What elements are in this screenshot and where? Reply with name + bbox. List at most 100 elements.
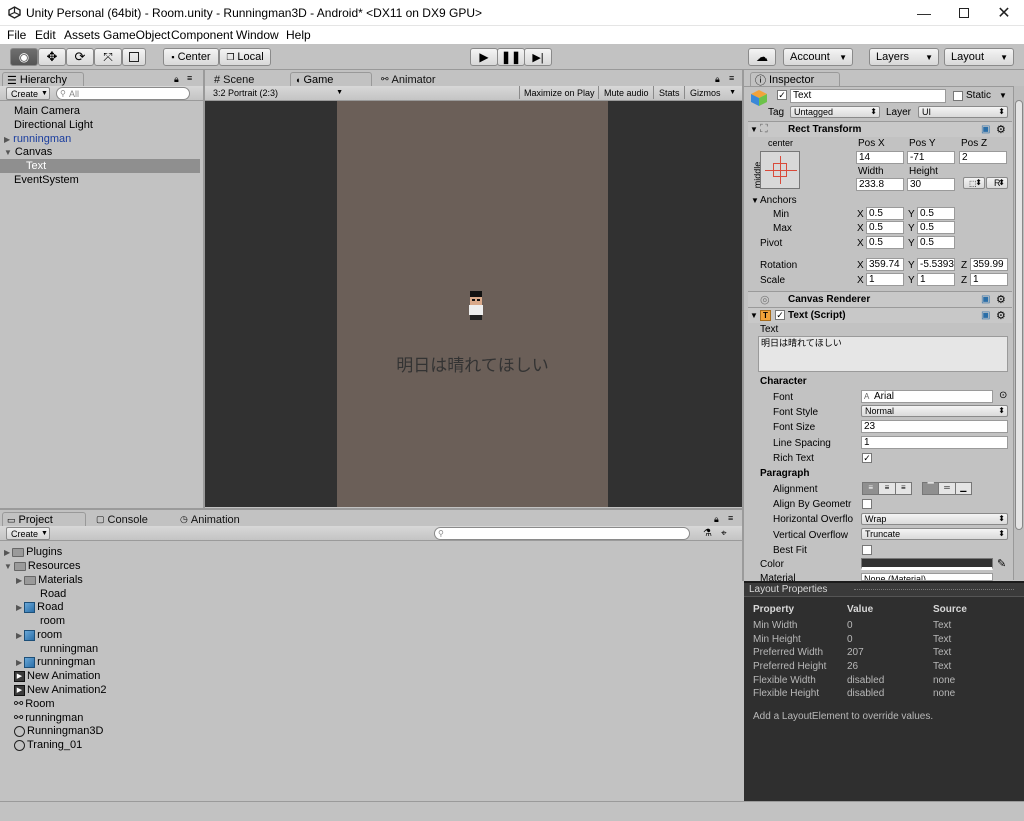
rect-tool-button[interactable] [122, 48, 146, 66]
project-item-plugins[interactable]: ▶ Plugins [4, 546, 62, 558]
mute-audio-toggle[interactable]: Mute audio [600, 86, 654, 99]
maximize-on-play-toggle[interactable]: Maximize on Play [519, 86, 599, 99]
height-field[interactable]: 30 [907, 178, 955, 191]
project-item-runningman-controller[interactable]: ⚯ runningman [14, 711, 83, 725]
pause-button[interactable]: ❚❚ [497, 48, 525, 66]
panel-menu-icon[interactable]: ≡ [728, 513, 733, 523]
rotation-y-field[interactable]: -5.5393 [917, 258, 955, 271]
project-search-input[interactable]: ⚲ [434, 527, 690, 540]
align-middle-button[interactable]: ═ [939, 482, 956, 495]
maximize-button[interactable] [944, 0, 984, 26]
line-spacing-field[interactable]: 1 [861, 436, 1008, 449]
minimize-button[interactable]: — [904, 0, 944, 26]
move-tool-button[interactable]: ✥ [38, 48, 66, 66]
menu-component[interactable]: Component [171, 28, 233, 42]
width-field[interactable]: 233.8 [856, 178, 904, 191]
help-book-icon[interactable]: ▣ [981, 294, 990, 305]
layout-properties-header[interactable]: Layout Properties [744, 583, 1024, 597]
hierarchy-search-input[interactable]: ⚲ All [56, 87, 190, 100]
align-right-button[interactable]: ≡ [895, 482, 912, 495]
hierarchy-item-directional-light[interactable]: Directional Light [0, 118, 200, 132]
blueprint-mode-button[interactable]: ⬚ [963, 177, 985, 189]
layers-dropdown[interactable]: Layers ▼ [869, 48, 939, 66]
tab-animation[interactable]: ◷ Animation [176, 512, 256, 527]
active-checkbox[interactable]: ✓ [777, 90, 787, 100]
canvas-renderer-header[interactable]: ◎ Canvas Renderer ▣ ⚙ [748, 291, 1012, 307]
pivot-center-button[interactable]: ▪ Center [163, 48, 219, 66]
panel-menu-icon[interactable]: ≡ [187, 73, 192, 83]
project-item-new-animation[interactable]: ▶ New Animation [14, 670, 100, 682]
rect-transform-header[interactable]: ▼ ⛶ Rect Transform ▣ ⚙ [748, 121, 1012, 137]
gear-icon[interactable]: ⚙ [996, 293, 1006, 306]
expand-arrow-icon[interactable]: ▶ [4, 135, 10, 144]
hierarchy-item-runningman[interactable]: ▶ runningman [0, 132, 200, 146]
font-style-dropdown[interactable]: Normal [861, 405, 1008, 417]
play-button[interactable]: ▶ [470, 48, 498, 66]
static-checkbox[interactable] [953, 91, 963, 101]
inspector-scrollbar[interactable] [1013, 86, 1024, 580]
anchors-expand-arrow-icon[interactable]: ▼ [751, 196, 759, 205]
posx-field[interactable]: 14 [856, 151, 904, 164]
object-picker-icon[interactable]: ⊙ [999, 390, 1007, 401]
project-item-road-prefab[interactable]: ▶ Road [16, 601, 63, 613]
step-button[interactable]: ▶| [524, 48, 552, 66]
tab-game[interactable]: ◖ Game [290, 72, 372, 87]
account-dropdown[interactable]: Account ▼ [783, 48, 853, 66]
anchor-min-x-field[interactable]: 0.5 [866, 207, 904, 220]
gizmos-dropdown[interactable]: Gizmos ▼ [686, 86, 738, 99]
anchor-preset-button[interactable] [760, 151, 800, 189]
scale-tool-button[interactable]: ⤧ [94, 48, 122, 66]
project-item-road-mesh[interactable]: Road [40, 588, 66, 600]
collapse-arrow-icon[interactable]: ▼ [750, 125, 758, 134]
filter-by-type-icon[interactable]: ⚗ [703, 528, 712, 539]
help-book-icon[interactable]: ▣ [981, 310, 990, 321]
lock-icon[interactable]: 🔒︎ [714, 514, 719, 525]
project-create-dropdown[interactable]: Create ▼ [6, 527, 50, 540]
expand-arrow-icon[interactable]: ▶ [16, 603, 22, 612]
tab-project[interactable]: ▭ Project [2, 512, 86, 527]
stats-toggle[interactable]: Stats [655, 86, 685, 99]
project-item-room-controller[interactable]: ⚯ Room [14, 697, 55, 711]
tab-hierarchy[interactable]: ☰ Hierarchy [2, 72, 84, 87]
aspect-dropdown[interactable]: 3:2 Portrait (2:3) ▼ [209, 86, 345, 99]
best-fit-checkbox[interactable] [862, 545, 872, 555]
help-book-icon[interactable]: ▣ [981, 124, 990, 135]
collapse-arrow-icon[interactable]: ▼ [750, 311, 758, 320]
align-left-button[interactable]: ≡ [862, 482, 880, 495]
lock-icon[interactable]: 🔒︎ [174, 74, 179, 85]
expand-arrow-icon[interactable]: ▶ [16, 576, 22, 585]
font-size-field[interactable]: 23 [861, 420, 1008, 433]
create-dropdown[interactable]: Create ▼ [6, 87, 50, 100]
panel-menu-icon[interactable]: ≡ [729, 73, 734, 83]
posz-field[interactable]: 2 [959, 151, 1007, 164]
scrollbar-thumb[interactable] [1015, 100, 1023, 530]
lock-icon[interactable]: 🔒︎ [715, 74, 720, 85]
menu-edit[interactable]: Edit [35, 28, 56, 42]
hand-tool-button[interactable]: ◉ [10, 48, 38, 66]
menu-gameobject[interactable]: GameObject [103, 28, 170, 42]
raw-edit-button[interactable]: R [986, 177, 1008, 189]
menu-assets[interactable]: Assets [64, 28, 100, 42]
hierarchy-item-canvas[interactable]: ▼ Canvas [0, 145, 200, 159]
project-item-room-mesh[interactable]: room [40, 615, 65, 627]
filter-by-label-icon[interactable]: ⌖ [721, 528, 727, 539]
align-center-button[interactable]: ≡ [879, 482, 896, 495]
object-name-field[interactable]: Text [790, 89, 946, 103]
vertical-overflow-dropdown[interactable]: Truncate [861, 528, 1008, 540]
scale-z-field[interactable]: 1 [970, 273, 1008, 286]
tag-dropdown[interactable]: Untagged [790, 106, 880, 118]
align-top-button[interactable]: ▔ [922, 482, 940, 495]
text-script-header[interactable]: ▼ T ✓ Text (Script) ▣ ⚙ [748, 307, 1012, 323]
anchor-min-y-field[interactable]: 0.5 [917, 207, 955, 220]
cloud-button[interactable]: ☁ [748, 48, 776, 66]
eyedropper-icon[interactable]: ✎ [997, 557, 1006, 570]
hierarchy-item-eventsystem[interactable]: EventSystem [0, 173, 200, 187]
space-local-button[interactable]: ❒ Local [219, 48, 271, 66]
rich-text-checkbox[interactable]: ✓ [862, 453, 872, 463]
rotation-x-field[interactable]: 359.74 [866, 258, 904, 271]
align-bottom-button[interactable]: ▁ [955, 482, 972, 495]
tab-animator[interactable]: ⚯ Animator [377, 72, 457, 87]
rotation-z-field[interactable]: 359.99 [970, 258, 1008, 271]
gear-icon[interactable]: ⚙ [996, 123, 1006, 136]
project-item-resources[interactable]: ▼ Resources [4, 560, 81, 572]
